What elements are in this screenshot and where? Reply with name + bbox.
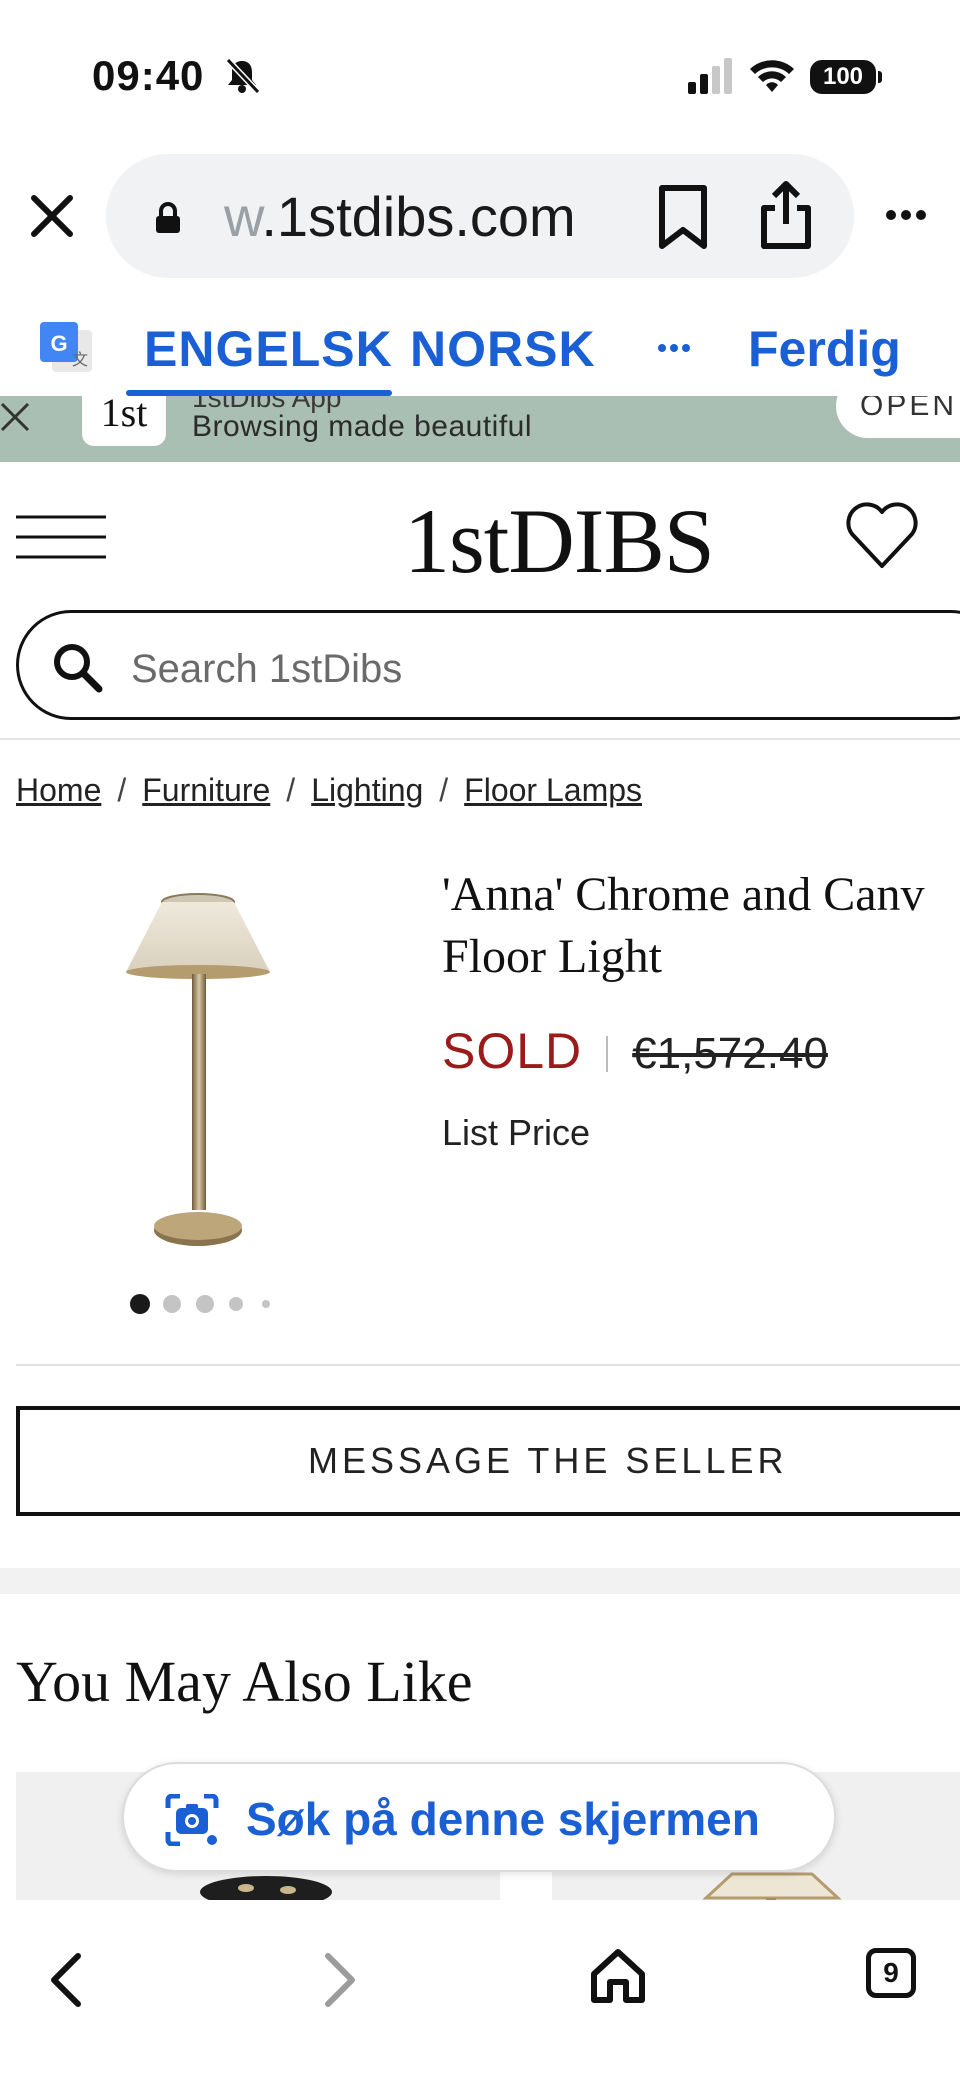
- back-icon[interactable]: [46, 1950, 86, 2010]
- status-bar: 09:40 100: [0, 0, 960, 150]
- breadcrumb-separator: /: [439, 772, 449, 808]
- divider: [16, 1364, 960, 1366]
- breadcrumb-separator: /: [286, 772, 296, 808]
- product-title: 'Anna' Chrome and Canv Floor Light: [442, 864, 960, 988]
- section-separator: [0, 1568, 960, 1594]
- carousel-dot[interactable]: [130, 1294, 150, 1314]
- signal-icon: [688, 58, 732, 94]
- url-faded-prefix: w: [224, 185, 262, 248]
- google-lens-button[interactable]: Søk på denne skjermen: [122, 1762, 836, 1872]
- more-icon[interactable]: [884, 208, 928, 222]
- carousel-dot[interactable]: [229, 1297, 243, 1311]
- browser-bottom-toolbar: 9: [0, 1900, 960, 2087]
- breadcrumb-home[interactable]: Home: [16, 772, 101, 808]
- breadcrumb-separator: /: [117, 772, 127, 808]
- close-icon[interactable]: [28, 192, 76, 240]
- share-icon[interactable]: [758, 180, 814, 250]
- home-icon[interactable]: [588, 1946, 648, 2006]
- menu-icon[interactable]: [16, 514, 106, 560]
- wifi-icon: [750, 60, 794, 92]
- svg-text:G: G: [50, 331, 67, 356]
- breadcrumb: Home / Furniture / Lighting / Floor Lamps: [16, 772, 642, 809]
- google-translate-icon: G 文: [40, 322, 92, 372]
- heart-icon[interactable]: [846, 502, 918, 570]
- price-row: SOLD €1,572.40: [442, 1022, 828, 1080]
- breadcrumb-furniture[interactable]: Furniture: [142, 772, 270, 808]
- breadcrumb-floor-lamps[interactable]: Floor Lamps: [464, 772, 642, 808]
- recommendation-image: [200, 1876, 332, 1902]
- search-bar[interactable]: [16, 610, 960, 720]
- product-title-line-2: Floor Light: [442, 930, 663, 983]
- site-header: 1stDIBS: [0, 462, 960, 612]
- forward-icon[interactable]: [320, 1950, 360, 2010]
- sold-status: SOLD: [442, 1023, 583, 1079]
- translate-done-button[interactable]: Ferdig: [748, 320, 901, 378]
- lens-label: Søk på denne skjermen: [246, 1793, 760, 1845]
- recommendations-heading: You May Also Like: [16, 1649, 473, 1714]
- site-logo[interactable]: 1stDIBS: [404, 488, 715, 594]
- translate-bar: G 文 ENGELSK NORSK Ferdig: [0, 290, 960, 396]
- product-title-line-1: 'Anna' Chrome and Canv: [442, 868, 925, 921]
- carousel-dot[interactable]: [163, 1295, 181, 1313]
- bell-off-icon: [225, 57, 261, 95]
- url-domain: .1stdibs.com: [261, 185, 576, 248]
- carousel-dot[interactable]: [196, 1295, 214, 1313]
- svg-text:文: 文: [72, 350, 88, 369]
- message-seller-button[interactable]: MESSAGE THE SELLER: [16, 1406, 960, 1516]
- tab-switcher-button[interactable]: 9: [866, 1948, 916, 1998]
- tab-target-language[interactable]: NORSK: [410, 320, 596, 378]
- translate-more-icon[interactable]: [656, 342, 692, 354]
- breadcrumb-lighting[interactable]: Lighting: [311, 772, 423, 808]
- browser-url-row: w.1stdibs.com: [0, 150, 960, 280]
- battery-indicator: 100: [810, 60, 882, 94]
- banner-open-button[interactable]: OPEN: [836, 396, 960, 438]
- search-icon: [54, 644, 103, 693]
- banner-subtitle: Browsing made beautiful: [192, 410, 533, 443]
- banner-close-icon[interactable]: [0, 402, 32, 434]
- tab-source-language[interactable]: ENGELSK: [144, 320, 393, 378]
- app-install-banner: 1st 1stDibs App Browsing made beautiful …: [0, 396, 960, 462]
- price-note: List Price: [442, 1112, 591, 1153]
- price-separator: [606, 1036, 609, 1072]
- carousel-dot[interactable]: [262, 1300, 270, 1308]
- address-bar[interactable]: w.1stdibs.com: [106, 154, 854, 278]
- image-carousel-dots: [130, 1294, 290, 1314]
- app-logo: 1st: [82, 396, 166, 446]
- bookmark-icon[interactable]: [654, 184, 712, 250]
- status-time: 09:40: [92, 52, 205, 99]
- url-text: w.1stdibs.com: [224, 184, 654, 249]
- original-price: €1,572.40: [632, 1029, 828, 1078]
- product-image[interactable]: [116, 886, 296, 1256]
- lock-icon: [156, 202, 180, 233]
- lens-camera-icon: [165, 1794, 219, 1846]
- search-input[interactable]: [131, 641, 931, 697]
- divider: [0, 738, 960, 740]
